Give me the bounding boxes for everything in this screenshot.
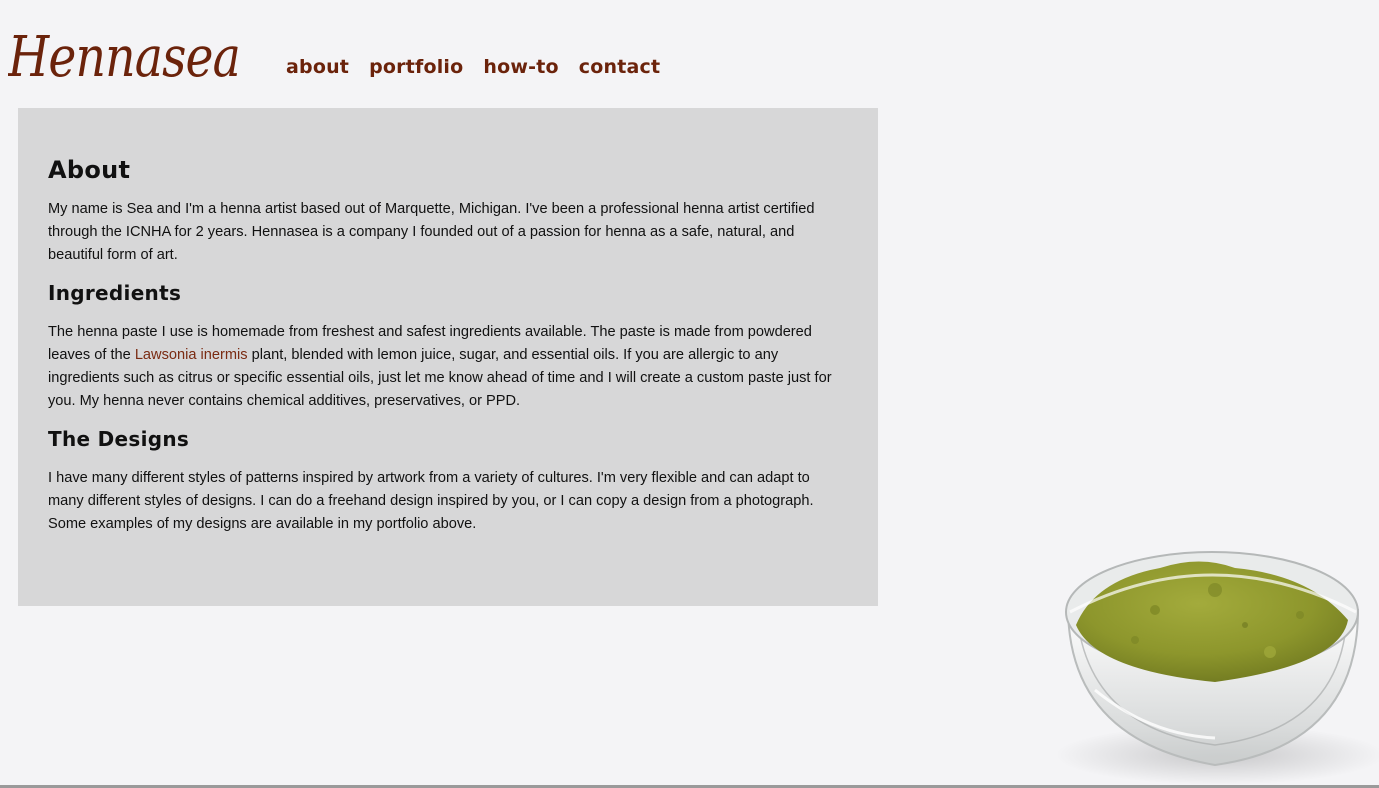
designs-heading: The Designs [48, 427, 190, 451]
logo-text: Hennasea [8, 25, 240, 88]
content-panel: About My name is Sea and I'm a henna art… [18, 108, 878, 606]
logo-script: Hennasea [8, 25, 241, 88]
about-text: My name is Sea and I'm a henna artist ba… [48, 201, 815, 263]
page: Hennasea about portfolio how-to contact … [0, 0, 1379, 788]
nav-link-portfolio[interactable]: portfolio [369, 56, 463, 78]
nav-link-contact[interactable]: contact [579, 56, 661, 78]
ingredients-text: The henna paste I use is homemade from f… [48, 321, 848, 413]
lawsonia-inermis-link[interactable]: Lawsonia inermis [135, 347, 248, 363]
hennasea-logo[interactable]: Hennasea [8, 18, 248, 88]
designs-text: I have many different styles of patterns… [48, 470, 814, 532]
main-nav: about portfolio how-to contact [286, 56, 660, 78]
nav-link-about[interactable]: about [286, 56, 349, 78]
about-heading: About [48, 156, 131, 184]
henna-powder-bowl-image [1040, 540, 1379, 785]
henna-powder-bowl-illustration [1055, 551, 1379, 785]
nav-link-how-to[interactable]: how-to [483, 56, 558, 78]
ingredients-heading: Ingredients [48, 281, 182, 305]
